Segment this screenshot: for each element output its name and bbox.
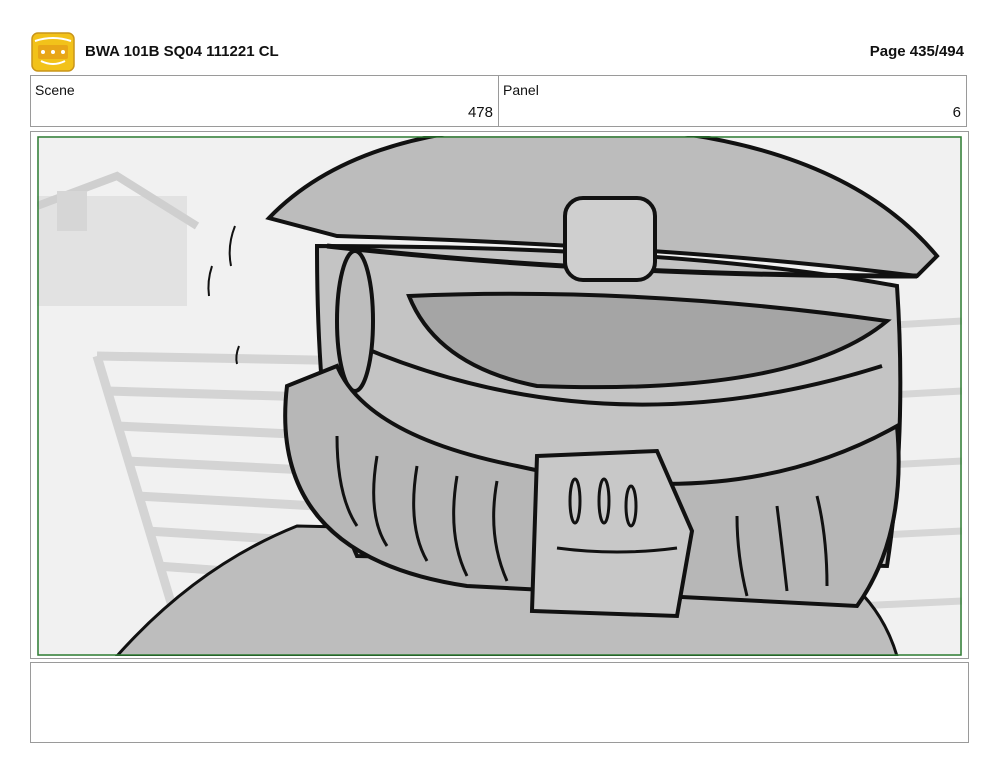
storyboard-panel: [30, 131, 969, 659]
panel-label: Panel: [503, 82, 539, 98]
panel-cell: Panel 6: [498, 76, 966, 126]
scene-label: Scene: [35, 82, 75, 98]
panel-value: 6: [952, 104, 961, 121]
scene-panel-table: Scene 478 Panel 6: [30, 75, 967, 127]
notes-box: [30, 662, 969, 743]
document-title: BWA 101B SQ04 111221 CL: [85, 43, 279, 60]
storyboard-sketch: [37, 136, 962, 656]
page-number: Page 435/494: [869, 43, 964, 60]
show-logo-icon: [31, 32, 75, 72]
scene-cell: Scene 478: [31, 76, 498, 126]
scene-value: 478: [467, 104, 493, 121]
